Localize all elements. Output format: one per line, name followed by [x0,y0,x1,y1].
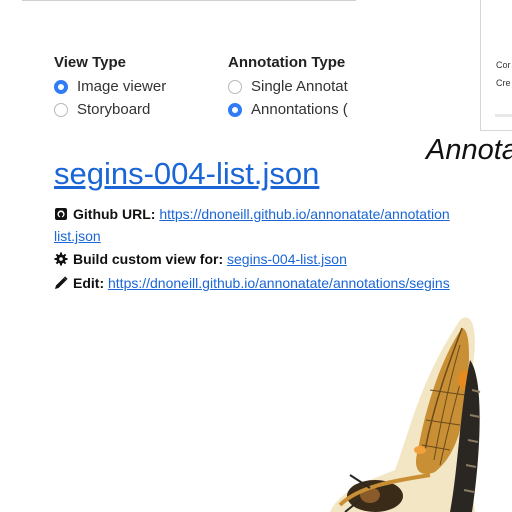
github-url-link[interactable]: https://dnoneill.github.io/annonatate/an… [159,206,449,222]
annotations-heading: Annota [426,134,512,166]
radio-label: Single Annotat [251,78,348,95]
view-type-group: View Type Image viewer Storyboard [54,54,166,121]
radio-storyboard[interactable]: Storyboard [54,98,166,121]
radio-label: Storyboard [77,101,151,118]
edit-link[interactable]: https://dnoneill.github.io/annonatate/an… [108,275,450,291]
radio-label: Annontations ( [251,101,348,118]
build-view-row: Build custom view for: segins-004-list.j… [54,251,347,267]
radio-button[interactable] [54,79,68,94]
radio-button[interactable] [54,102,68,117]
annotation-type-title: Annotation Type [228,54,346,71]
side-panel-line: Cor [496,60,511,70]
build-view-label: Build custom view for: [73,251,224,267]
radio-label: Image viewer [77,78,167,95]
file-title-link[interactable]: segins-004-list.json [54,156,319,192]
top-divider [22,0,356,1]
radio-annotations-list[interactable]: Annontations ( [228,98,368,121]
radio-button[interactable] [228,79,242,94]
edit-row: Edit: https://dnoneill.github.io/annonat… [54,275,450,291]
gear-icon [54,252,68,266]
github-url-link-continued[interactable]: list.json [54,228,101,244]
github-url-label: Github URL: [73,206,156,222]
annotation-type-group: Annotation Type Single Annotat Annontati… [228,54,368,121]
cicada-image [330,317,481,512]
build-view-link[interactable]: segins-004-list.json [227,251,347,267]
github-url-row-continued: list.json [54,228,101,244]
github-url-row: Github URL: https://dnoneill.github.io/a… [54,206,450,222]
radio-image-viewer[interactable]: Image viewer [54,75,166,98]
edit-label: Edit: [73,275,105,291]
view-type-title: View Type [54,54,126,71]
side-panel: Cor Cre [480,0,512,131]
radio-button[interactable] [228,102,242,117]
side-panel-bar [495,114,512,117]
side-panel-line: Cre [496,78,511,88]
github-icon [54,207,68,221]
radio-single-annotation[interactable]: Single Annotat [228,75,368,98]
pencil-icon [54,276,68,290]
